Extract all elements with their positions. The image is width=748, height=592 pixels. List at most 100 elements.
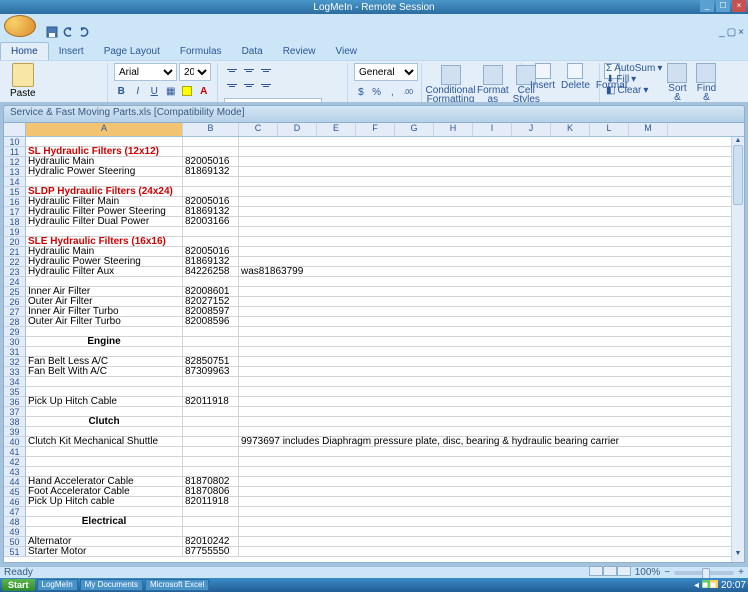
cell[interactable]: Hand Accelerator Cable: [26, 477, 183, 486]
cell[interactable]: [183, 347, 239, 356]
start-button[interactable]: Start: [2, 579, 35, 591]
column-header-H[interactable]: H: [434, 123, 473, 136]
cell[interactable]: [239, 457, 669, 466]
cell[interactable]: [183, 327, 239, 336]
cell[interactable]: [183, 517, 239, 526]
column-header-J[interactable]: J: [512, 123, 551, 136]
row-header[interactable]: 27: [4, 307, 26, 317]
row-header[interactable]: 18: [4, 217, 26, 227]
select-all-corner[interactable]: [4, 123, 26, 136]
increase-decimal-button[interactable]: .00: [401, 83, 415, 101]
tray-icon[interactable]: ■: [710, 580, 718, 588]
row-header[interactable]: 50: [4, 537, 26, 547]
table-row[interactable]: 38Clutch: [4, 417, 731, 427]
row-header[interactable]: 13: [4, 167, 26, 177]
table-row[interactable]: 40Clutch Kit Mechanical Shuttle9973697 i…: [4, 437, 731, 447]
cell[interactable]: [239, 547, 669, 556]
cell[interactable]: [183, 237, 239, 246]
table-row[interactable]: 51Starter Motor87755550: [4, 547, 731, 557]
cell[interactable]: 82005016: [183, 197, 239, 206]
cell[interactable]: 82003166: [183, 217, 239, 226]
table-row[interactable]: 13Hydralic Power Steering81869132: [4, 167, 731, 177]
cell[interactable]: 82011918: [183, 497, 239, 506]
row-header[interactable]: 15: [4, 187, 26, 197]
scroll-down-icon[interactable]: ▼: [732, 550, 744, 562]
row-header[interactable]: 21: [4, 247, 26, 257]
cell[interactable]: [239, 147, 669, 156]
row-header[interactable]: 25: [4, 287, 26, 297]
tab-view[interactable]: View: [325, 43, 367, 60]
cell[interactable]: Alternator: [26, 537, 183, 546]
row-header[interactable]: 30: [4, 337, 26, 347]
cell[interactable]: [239, 327, 669, 336]
cell[interactable]: [26, 347, 183, 356]
column-header-A[interactable]: A: [26, 123, 183, 136]
cell[interactable]: [239, 417, 669, 426]
cell[interactable]: Hydraulic Power Steering: [26, 257, 183, 266]
row-header[interactable]: 45: [4, 487, 26, 497]
row-header[interactable]: 41: [4, 447, 26, 457]
lm-close[interactable]: ×: [732, 0, 746, 12]
taskbar-item[interactable]: LogMeIn: [37, 579, 78, 591]
table-row[interactable]: 18Hydraulic Filter Dual Power82003166: [4, 217, 731, 227]
row-header[interactable]: 24: [4, 277, 26, 287]
column-header-M[interactable]: M: [629, 123, 668, 136]
qat-undo-icon[interactable]: [62, 26, 74, 38]
cell[interactable]: [239, 137, 669, 146]
vertical-scrollbar[interactable]: ▲ ▼: [731, 137, 744, 562]
row-header[interactable]: 40: [4, 437, 26, 447]
row-header[interactable]: 29: [4, 327, 26, 337]
system-clock[interactable]: 20:07: [721, 580, 746, 591]
cell[interactable]: [239, 197, 669, 206]
cell[interactable]: [239, 377, 669, 386]
row-header[interactable]: 37: [4, 407, 26, 417]
cell[interactable]: 82011918: [183, 397, 239, 406]
row-header[interactable]: 11: [4, 147, 26, 157]
cell[interactable]: [183, 407, 239, 416]
cell[interactable]: Fan Belt Less A/C: [26, 357, 183, 366]
cell[interactable]: [183, 137, 239, 146]
cell[interactable]: [26, 227, 183, 236]
tab-insert[interactable]: Insert: [49, 43, 94, 60]
lm-maximize[interactable]: ☐: [716, 0, 730, 12]
cell[interactable]: 81869132: [183, 207, 239, 216]
zoom-out-icon[interactable]: −: [664, 567, 670, 578]
table-row[interactable]: 11SL Hydraulic Filters (12x12): [4, 147, 731, 157]
table-row[interactable]: 50Alternator82010242: [4, 537, 731, 547]
cell[interactable]: 81869132: [183, 167, 239, 176]
cell[interactable]: [239, 397, 669, 406]
cell[interactable]: [26, 137, 183, 146]
cell[interactable]: [239, 187, 669, 196]
zoom-slider[interactable]: [674, 571, 734, 575]
cell[interactable]: [183, 227, 239, 236]
alignment-grid[interactable]: [224, 63, 274, 92]
cell[interactable]: Engine: [26, 337, 183, 346]
table-row[interactable]: 20SLE Hydraulic Filters (16x16): [4, 237, 731, 247]
cell[interactable]: 82010242: [183, 537, 239, 546]
fill-button[interactable]: ⬇Fill▾: [606, 74, 662, 85]
taskbar-item[interactable]: Microsoft Excel: [145, 579, 209, 591]
cell[interactable]: Inner Air Filter: [26, 287, 183, 296]
column-header-C[interactable]: C: [239, 123, 278, 136]
cell[interactable]: 82005016: [183, 157, 239, 166]
cell[interactable]: [26, 427, 183, 436]
row-header[interactable]: 34: [4, 377, 26, 387]
cell[interactable]: [239, 237, 669, 246]
font-size-selector[interactable]: 20: [179, 63, 211, 81]
cell[interactable]: [183, 507, 239, 516]
row-header[interactable]: 16: [4, 197, 26, 207]
cell[interactable]: [183, 377, 239, 386]
win-restore[interactable]: ▢: [727, 27, 736, 38]
row-header[interactable]: 48: [4, 517, 26, 527]
column-header-K[interactable]: K: [551, 123, 590, 136]
cell[interactable]: [183, 437, 239, 446]
cell[interactable]: Clutch: [26, 417, 183, 426]
row-header[interactable]: 17: [4, 207, 26, 217]
cell[interactable]: 87309963: [183, 367, 239, 376]
cell[interactable]: Hydraulic Filter Aux: [26, 267, 183, 276]
italic-button[interactable]: I: [131, 82, 146, 100]
row-header[interactable]: 33: [4, 367, 26, 377]
table-row[interactable]: 48Electrical: [4, 517, 731, 527]
table-row[interactable]: 25Inner Air Filter82008601: [4, 287, 731, 297]
percent-button[interactable]: %: [370, 83, 384, 101]
